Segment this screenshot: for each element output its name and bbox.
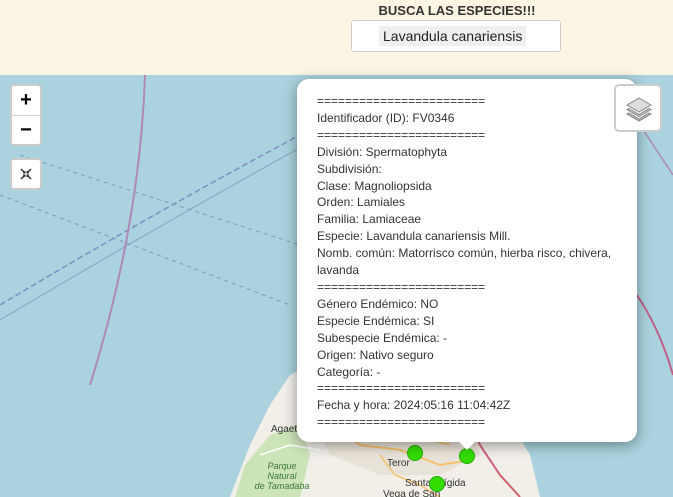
zoom-out-button[interactable]: − — [12, 116, 40, 145]
fullscreen-icon — [20, 168, 32, 180]
popup-line: ======================== — [317, 127, 486, 142]
species-marker[interactable] — [459, 448, 475, 464]
species-search-box[interactable]: Lavandula canariensis — [351, 20, 561, 52]
popup-line: ======================== — [317, 415, 486, 430]
popup-line: ======================== — [317, 94, 486, 108]
park-label-2: Natural — [267, 471, 297, 481]
popup-line: Género Endémico: NO — [317, 296, 439, 311]
popup-line: Subdivisión: — [317, 161, 382, 176]
popup-line: ======================== — [317, 381, 486, 396]
popup-line: Nomb. común: Matorrisco común, hierba ri… — [317, 246, 612, 278]
popup-line: Identificador (ID): FV0346 — [317, 110, 455, 125]
page-title: BUSCA LAS ESPECIES!!! — [378, 3, 536, 18]
layers-button[interactable] — [614, 84, 662, 132]
popup-line: Orden: Lamiales — [317, 195, 406, 210]
popup-content: ======================== Identificador (I… — [317, 93, 622, 431]
popup-line: ======================== — [317, 279, 486, 294]
park-label-1: Parque — [267, 461, 297, 471]
layers-icon — [625, 97, 653, 122]
species-marker[interactable] — [429, 476, 445, 492]
popup-line: Fecha y hora: 2024:05:16 11:04:42Z — [317, 398, 511, 413]
popup-line: Familia: Lamiaceae — [317, 212, 422, 227]
species-info-popup: ======================== Identificador (I… — [297, 79, 637, 442]
park-label-3: de Tamadaba — [254, 481, 310, 491]
popup-line: Clase: Magnoliopsida — [317, 178, 432, 193]
popup-line: Especie Endémica: SI — [317, 313, 435, 328]
popup-line: Origen: Nativo seguro — [317, 347, 434, 362]
label-park: Parque Natural de Tamadaba — [252, 461, 312, 491]
label-teror: Teror — [387, 458, 410, 469]
popup-tip — [457, 440, 477, 450]
popup-line: División: Spermatophyta — [317, 144, 448, 159]
search-value[interactable]: Lavandula canariensis — [379, 26, 527, 46]
species-marker[interactable] — [407, 445, 423, 461]
zoom-control: + − — [10, 84, 42, 146]
popup-line: Subespecie Endémica: - — [317, 330, 448, 345]
popup-line: Categoría: - — [317, 364, 381, 379]
fullscreen-button[interactable] — [10, 158, 42, 190]
zoom-in-button[interactable]: + — [12, 86, 40, 115]
popup-line: Especie: Lavandula canariensis Mill. — [317, 229, 511, 244]
header-bar: BUSCA LAS ESPECIES!!! Lavandula canarien… — [0, 0, 673, 75]
